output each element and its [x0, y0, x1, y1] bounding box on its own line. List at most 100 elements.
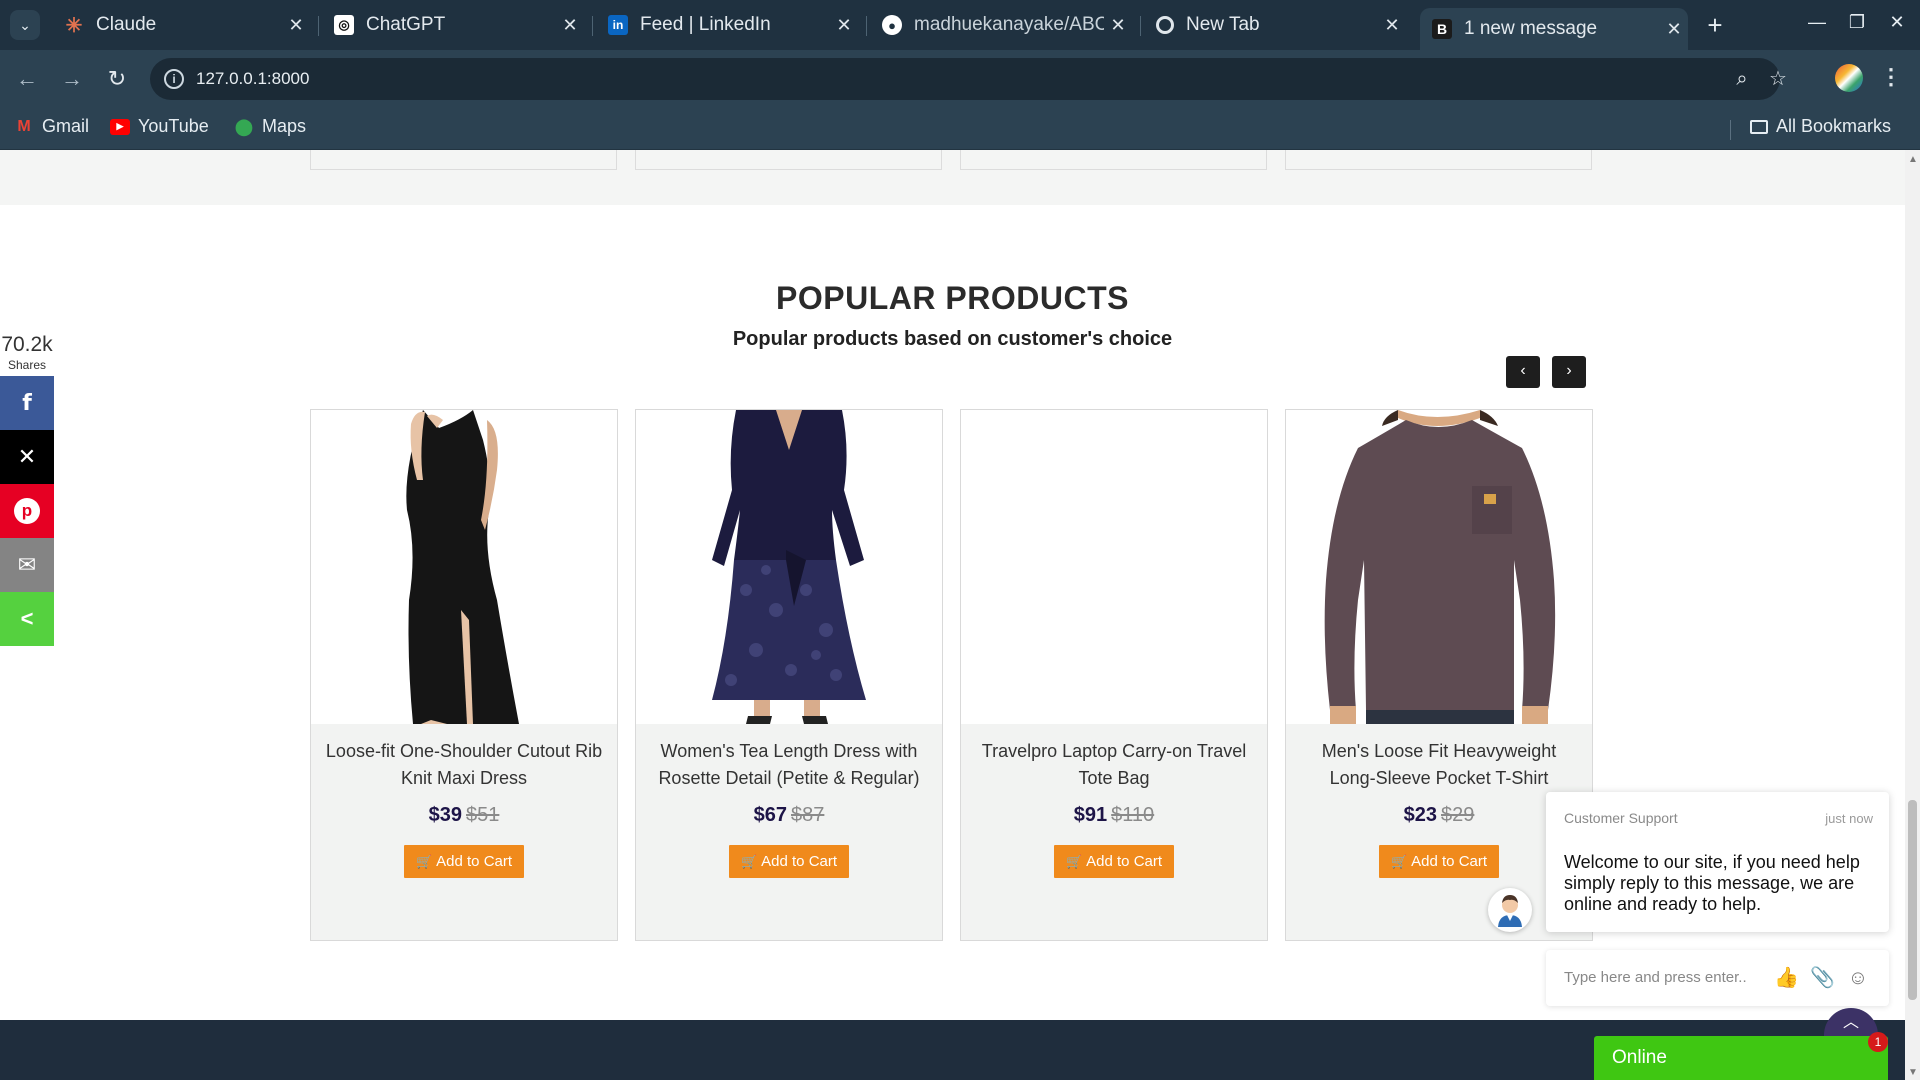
previous-card	[310, 150, 617, 170]
tab-new-message[interactable]: B 1 new message ✕	[1420, 8, 1688, 50]
product-name[interactable]: Women's Tea Length Dress with Rosette De…	[648, 738, 930, 792]
add-to-cart-label: Add to Cart	[761, 853, 838, 870]
tab-title: 1 new message	[1464, 18, 1598, 39]
carousel-next-button[interactable]: ›	[1552, 356, 1586, 388]
emoji-icon[interactable]: ☺	[1846, 966, 1870, 990]
scroll-up-icon[interactable]: ▲	[1908, 154, 1918, 165]
tab-title: New Tab	[1186, 14, 1260, 35]
tab-search-button[interactable]: ⌄	[10, 10, 40, 40]
menu-kebab-icon[interactable]: ⋮	[1880, 64, 1902, 90]
reload-icon[interactable]: ↻	[102, 64, 132, 94]
page-viewport: POPULAR PRODUCTS Popular products based …	[0, 150, 1905, 1080]
scroll-down-icon[interactable]: ▼	[1908, 1067, 1918, 1078]
close-icon[interactable]: ✕	[1104, 15, 1132, 36]
profile-avatar[interactable]	[1835, 64, 1863, 92]
email-icon: ✉	[17, 552, 37, 577]
add-to-cart-label: Add to Cart	[436, 853, 513, 870]
close-icon[interactable]: ✕	[1378, 15, 1406, 36]
current-price: $39	[428, 804, 462, 826]
product-image[interactable]	[1286, 410, 1592, 724]
bookmark-maps[interactable]: ⬤ Maps	[234, 116, 306, 137]
product-card[interactable]: Travelpro Laptop Carry-on Travel Tote Ba…	[960, 409, 1268, 941]
paperclip-icon[interactable]: 📎	[1810, 966, 1835, 990]
add-to-cart-button[interactable]: 🛒 Add to Cart	[1379, 845, 1499, 878]
carousel-prev-button[interactable]: ‹	[1506, 356, 1540, 388]
old-price: $110	[1111, 804, 1155, 826]
product-image[interactable]	[961, 410, 1267, 724]
add-to-cart-label: Add to Cart	[1411, 853, 1488, 870]
pinterest-share-button[interactable]: p	[0, 484, 54, 538]
tab-bar: ⌄ ✳ Claude ✕ ◎ ChatGPT ✕ in Feed | Linke…	[0, 0, 1920, 50]
claude-icon: ✳	[65, 14, 83, 37]
current-price: $67	[753, 804, 787, 826]
minimize-icon[interactable]: —	[1802, 12, 1832, 33]
tab-title: ChatGPT	[366, 14, 446, 35]
thumbs-up-icon[interactable]: 👍	[1774, 966, 1799, 990]
add-to-cart-button[interactable]: 🛒 Add to Cart	[1054, 845, 1174, 878]
tab-claude[interactable]: ✳ Claude ✕	[52, 8, 310, 42]
previous-card	[960, 150, 1267, 170]
close-icon[interactable]: ✕	[830, 15, 858, 36]
bookmark-label: Gmail	[42, 116, 90, 136]
x-share-button[interactable]: ✕	[0, 430, 54, 484]
product-name[interactable]: Men's Loose Fit Heavyweight Long-Sleeve …	[1298, 738, 1580, 792]
tab-title: Claude	[96, 14, 157, 35]
close-icon[interactable]: ✕	[556, 15, 584, 36]
cart-icon: 🛒	[1065, 854, 1083, 869]
previous-section	[0, 150, 1905, 205]
unread-badge: 1	[1868, 1032, 1888, 1052]
bookmark-gmail[interactable]: M Gmail	[14, 116, 89, 137]
product-name[interactable]: Travelpro Laptop Carry-on Travel Tote Ba…	[973, 738, 1255, 792]
chat-online-bar[interactable]: Online	[1594, 1036, 1888, 1080]
bookmark-youtube[interactable]: ▶ YouTube	[110, 116, 209, 137]
chatgpt-icon: ◎	[334, 15, 354, 35]
close-icon[interactable]: ✕	[1660, 19, 1688, 40]
chat-message-card[interactable]: Customer Support just now Welcome to our…	[1546, 792, 1889, 932]
linkedin-icon: in	[608, 15, 628, 35]
product-name[interactable]: Loose-fit One-Shoulder Cutout Rib Knit M…	[323, 738, 605, 792]
tab-divider	[1140, 16, 1141, 36]
window-close-icon[interactable]: ✕	[1882, 12, 1912, 33]
tab-new-tab[interactable]: New Tab ✕	[1144, 8, 1406, 42]
current-price: $23	[1403, 804, 1437, 826]
back-arrow-icon[interactable]: ←	[12, 64, 42, 94]
facebook-share-button[interactable]: f	[0, 376, 54, 430]
dress-navy-image	[712, 410, 866, 724]
tab-divider	[866, 16, 867, 36]
tab-github[interactable]: ● madhuekanayake/ABC ✕	[870, 8, 1132, 42]
bookmarks-bar: M Gmail ▶ YouTube ⬤ Maps All Bookmarks	[0, 108, 1920, 150]
b-icon: B	[1432, 19, 1452, 39]
email-share-button[interactable]: ✉	[0, 538, 54, 592]
bookmark-star-icon[interactable]: ☆	[1766, 67, 1790, 91]
more-share-button[interactable]: <	[0, 592, 54, 646]
chat-sender: Customer Support	[1564, 810, 1678, 826]
product-price: $91 $110	[961, 804, 1267, 827]
tab-divider	[318, 16, 319, 36]
forward-arrow-icon[interactable]: →	[57, 64, 87, 94]
tab-chatgpt[interactable]: ◎ ChatGPT ✕	[322, 8, 584, 42]
page-scrollbar[interactable]: ▲ ▼	[1905, 150, 1920, 1080]
product-card[interactable]: Women's Tea Length Dress with Rosette De…	[635, 409, 943, 941]
current-price: $91	[1073, 804, 1108, 826]
github-icon: ●	[882, 15, 902, 35]
close-icon[interactable]: ✕	[282, 15, 310, 36]
address-bar[interactable]: i 127.0.0.1:8000 ⌕ ☆	[150, 58, 1787, 100]
old-price: $87	[791, 804, 825, 826]
new-tab-button[interactable]: +	[1700, 10, 1730, 40]
restore-icon[interactable]: ❐	[1842, 12, 1872, 33]
add-to-cart-button[interactable]: 🛒 Add to Cart	[404, 845, 524, 878]
tab-linkedin[interactable]: in Feed | LinkedIn ✕	[596, 8, 858, 42]
product-card[interactable]: Loose-fit One-Shoulder Cutout Rib Knit M…	[310, 409, 618, 941]
tshirt-image	[1324, 410, 1556, 724]
old-price: $29	[1441, 804, 1475, 826]
product-image[interactable]	[311, 410, 617, 724]
zoom-icon[interactable]: ⌕	[1730, 67, 1754, 91]
product-image[interactable]	[636, 410, 942, 724]
add-to-cart-button[interactable]: 🛒 Add to Cart	[729, 845, 849, 878]
maps-icon: ⬤	[235, 118, 253, 136]
cart-icon: 🛒	[740, 854, 758, 869]
chat-input-box[interactable]: Type here and press enter.. 👍 📎 ☺	[1546, 950, 1889, 1006]
scrollbar-thumb[interactable]	[1908, 800, 1917, 1000]
all-bookmarks[interactable]: All Bookmarks	[1750, 116, 1891, 137]
site-info-icon[interactable]: i	[164, 69, 184, 89]
